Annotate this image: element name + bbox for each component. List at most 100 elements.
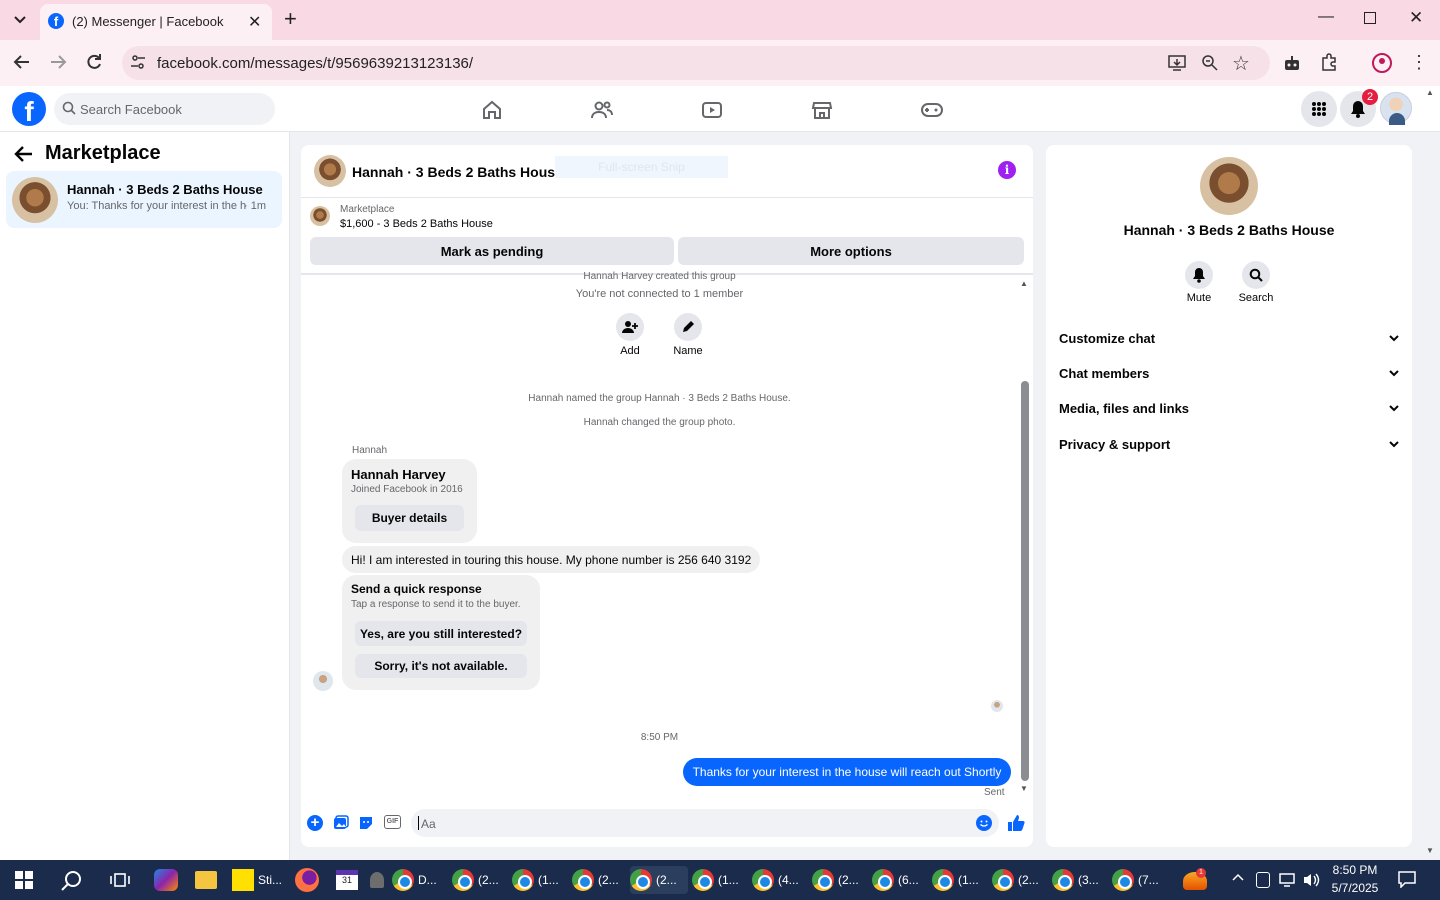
quick-reply-unavailable-button[interactable]: Sorry, it's not available. [355, 654, 527, 678]
install-app-icon[interactable] [1168, 54, 1186, 72]
taskbar-app-label: (1... [538, 873, 559, 887]
mute-bell-icon[interactable] [1185, 261, 1213, 289]
taskbar-app-chrome[interactable]: D... [392, 866, 448, 894]
taskbar-app-chrome[interactable]: (2... [812, 866, 868, 894]
buyer-details-button[interactable]: Buyer details [355, 505, 464, 531]
scroll-down-icon[interactable]: ▼ [1020, 784, 1028, 793]
search-conversation-icon[interactable] [1242, 261, 1270, 289]
media-files-links-section[interactable]: Media, files and links [1059, 398, 1399, 418]
extensions-puzzle-icon[interactable] [1320, 53, 1338, 71]
sender-avatar[interactable] [313, 671, 333, 691]
taskbar-app-chrome[interactable]: (1... [932, 866, 988, 894]
nav-video-icon[interactable] [692, 96, 732, 124]
maximize-icon[interactable] [1364, 12, 1376, 24]
add-member-icon[interactable] [616, 313, 644, 341]
outgoing-message[interactable]: Thanks for your interest in the house wi… [683, 758, 1011, 786]
bookmark-star-icon[interactable]: ☆ [1232, 51, 1250, 76]
taskbar-clock-date[interactable]: 5/7/2025 [1326, 881, 1384, 895]
attach-photo-icon[interactable] [333, 815, 349, 831]
listing-source: Marketplace [340, 204, 395, 215]
file-explorer-icon[interactable] [195, 871, 217, 889]
minimize-icon[interactable]: — [1318, 8, 1334, 26]
taskbar-clock-time[interactable]: 8:50 PM [1326, 863, 1384, 877]
not-connected-text: You're not connected to 1 member [575, 288, 744, 300]
emoji-icon[interactable] [976, 815, 992, 831]
taskbar-app-sticky-notes[interactable]: Sti... [232, 866, 288, 894]
window-close-icon[interactable]: ✕ [1409, 8, 1423, 28]
thread-list-item[interactable]: Hannah · 3 Beds 2 Baths House You: Thank… [6, 171, 282, 228]
conversation-info-icon[interactable]: i [998, 161, 1016, 179]
extension-robot-icon[interactable] [1283, 54, 1301, 72]
browser-tab[interactable]: f (2) Messenger | Facebook ✕ [40, 4, 272, 40]
chat-title[interactable]: Hannah · 3 Beds 2 Baths House [352, 164, 563, 180]
firefox-icon[interactable] [295, 868, 319, 892]
taskbar-app-chrome[interactable]: (7... [1112, 866, 1168, 894]
zoom-icon[interactable] [1201, 54, 1219, 72]
back-arrow-icon[interactable] [14, 145, 34, 163]
quick-reply-interested-button[interactable]: Yes, are you still interested? [355, 621, 527, 646]
chat-members-section[interactable]: Chat members [1059, 363, 1399, 383]
account-avatar[interactable] [1380, 92, 1412, 125]
chat-avatar[interactable] [314, 155, 346, 187]
nav-marketplace-icon[interactable] [802, 96, 842, 124]
facebook-logo-icon[interactable]: f [12, 92, 46, 126]
scroll-up-icon[interactable]: ▲ [1020, 279, 1028, 288]
messages-scrollbar[interactable]: ▲ ▼ [1020, 276, 1032, 796]
new-tab-icon[interactable]: + [284, 6, 297, 32]
volume-icon[interactable] [1302, 872, 1320, 888]
taskbar-app-chrome-active[interactable]: (2... [630, 866, 688, 894]
nav-home-icon[interactable] [472, 96, 512, 124]
chrome-icon [512, 869, 534, 891]
nav-gaming-icon[interactable] [912, 96, 952, 124]
customize-chat-section[interactable]: Customize chat [1059, 328, 1399, 348]
meet-now-icon[interactable] [1256, 872, 1270, 888]
taskbar-app-chrome[interactable]: (2... [992, 866, 1048, 894]
page-scroll-up-icon[interactable]: ▲ [1426, 88, 1434, 97]
taskbar-app-chrome[interactable]: (4... [752, 866, 808, 894]
message-input[interactable]: Aa [411, 809, 999, 837]
notification-center-icon[interactable] [1398, 871, 1416, 888]
menu-grid-icon[interactable] [1301, 91, 1337, 127]
nav-friends-icon[interactable] [582, 96, 622, 124]
listing-thumbnail[interactable] [310, 206, 330, 226]
page-scroll-down-icon[interactable]: ▼ [1426, 846, 1434, 855]
taskbar-app-chrome[interactable]: (1... [512, 866, 568, 894]
back-icon[interactable] [12, 52, 32, 72]
mark-as-pending-button[interactable]: Mark as pending [310, 237, 674, 265]
taskbar-app-chrome[interactable]: (1... [692, 866, 748, 894]
group-photo[interactable] [1200, 157, 1258, 215]
forward-icon[interactable] [48, 52, 68, 72]
incoming-message[interactable]: Hi! I am interested in touring this hous… [342, 546, 760, 573]
edit-name-icon[interactable] [674, 313, 702, 341]
taskbar-search-icon[interactable] [61, 870, 83, 892]
profile-icon[interactable] [1372, 53, 1392, 73]
chrome-menu-icon[interactable]: ⋮ [1410, 52, 1428, 72]
pinned-app-icon[interactable] [370, 872, 384, 888]
listing-title[interactable]: $1,600 - 3 Beds 2 Baths House [340, 218, 493, 230]
url-text[interactable]: facebook.com/messages/t/9569639213123136… [157, 55, 473, 72]
tab-search-icon[interactable] [10, 10, 30, 30]
calendar-app-icon[interactable]: 31 [336, 870, 358, 890]
windows-start-icon[interactable] [15, 871, 33, 889]
taskbar-app-chrome[interactable]: (6... [872, 866, 928, 894]
search-facebook-input[interactable]: Search Facebook [54, 93, 275, 125]
gif-icon[interactable]: GIF [384, 815, 401, 829]
more-actions-plus-icon[interactable]: + [307, 815, 323, 831]
task-view-icon[interactable] [110, 871, 130, 889]
thumbs-up-icon[interactable] [1007, 814, 1025, 832]
taskbar-app-chrome[interactable]: (3... [1052, 866, 1108, 894]
sticker-icon[interactable] [358, 815, 374, 831]
network-icon[interactable] [1279, 873, 1295, 887]
taskbar-app-chrome[interactable]: (2... [452, 866, 508, 894]
privacy-support-section[interactable]: Privacy & support [1059, 434, 1399, 454]
site-info-icon[interactable] [130, 54, 146, 70]
section-label: Customize chat [1059, 330, 1156, 346]
taskbar-app-chrome[interactable]: (2... [572, 866, 628, 894]
thread-avatar [12, 177, 58, 223]
more-options-button[interactable]: More options [678, 237, 1024, 265]
scrollbar-thumb[interactable] [1021, 381, 1029, 781]
tab-close-icon[interactable]: ✕ [248, 12, 261, 32]
tray-chevron-up-icon[interactable] [1232, 873, 1244, 881]
copilot-icon[interactable] [154, 869, 178, 891]
reload-icon[interactable] [84, 52, 104, 72]
